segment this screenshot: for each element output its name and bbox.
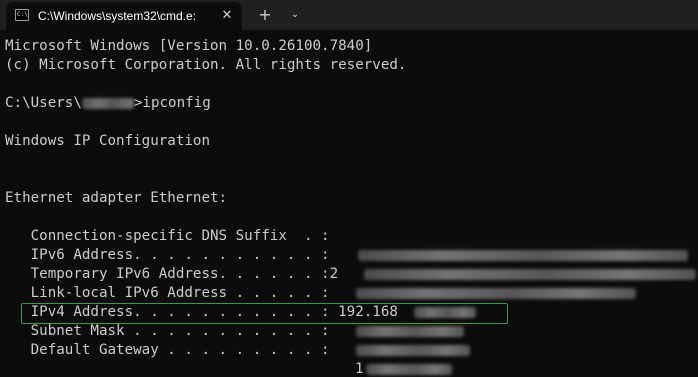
prompt-command: >ipconfig — [133, 95, 211, 111]
cmd-icon: C:\ — [15, 9, 29, 21]
row-label: Connection-specific DNS Suffix . : — [5, 228, 330, 244]
prompt-prefix: C:\Users\ — [5, 95, 82, 111]
row-default-gateway-secondary: 1 — [355, 360, 364, 377]
prompt-line: C:\Users\ >ipconfig — [5, 94, 211, 113]
cmd-icon-glyph: C:\ — [17, 11, 28, 18]
redacted-temp-ipv6-address — [364, 269, 696, 280]
redacted-subnet-mask — [356, 326, 464, 337]
row-temp-ipv6-address: Temporary IPv6 Address. . . . . . :2 — [5, 265, 339, 284]
ip-config-header: Windows IP Configuration — [5, 133, 210, 149]
tab-dropdown-chevron-icon[interactable]: ⌄ — [284, 5, 306, 25]
redacted-username — [81, 97, 134, 109]
row-ipv6-address: IPv6 Address. . . . . . . . . . . : — [5, 246, 330, 265]
row-link-local-ipv6: Link-local IPv6 Address . . . . . : — [5, 284, 330, 303]
row-label: Temporary IPv6 Address. . . . . . : — [5, 266, 330, 282]
adapter-header: Ethernet adapter Ethernet: — [5, 190, 228, 206]
title-bar[interactable]: C:\ C:\Windows\system32\cmd.e: ✕ + ⌄ — [0, 0, 698, 30]
row-label: Subnet Mask . . . . . . . . . . . : — [5, 323, 330, 339]
row-label: Link-local IPv6 Address . . . . . : — [5, 285, 330, 301]
new-tab-button[interactable]: + — [254, 5, 276, 25]
row-label: Default Gateway . . . . . . . . . : — [5, 342, 330, 358]
tab-title: C:\Windows\system32\cmd.e: — [38, 9, 197, 23]
terminal-window: C:\ C:\Windows\system32\cmd.e: ✕ + ⌄ Mic… — [0, 0, 698, 377]
row-label: IPv6 Address. . . . . . . . . . . : — [5, 247, 330, 263]
ipv4-highlight-box — [21, 303, 508, 324]
redacted-link-local-ipv6 — [356, 288, 636, 299]
close-tab-icon[interactable]: ✕ — [218, 7, 236, 25]
row-default-gateway: Default Gateway . . . . . . . . . : — [5, 341, 330, 360]
redacted-default-gateway-ipv4 — [366, 364, 452, 375]
row-dns-suffix: Connection-specific DNS Suffix . : — [5, 227, 330, 246]
banner-copyright-line: (c) Microsoft Corporation. All rights re… — [5, 57, 407, 73]
banner-version-line: Microsoft Windows [Version 10.0.26100.78… — [5, 38, 373, 54]
row-value: 2 — [329, 266, 339, 282]
row-value: 1 — [355, 361, 364, 377]
redacted-default-gateway — [356, 345, 470, 356]
tab-cmd[interactable]: C:\ C:\Windows\system32\cmd.e: ✕ — [6, 2, 242, 30]
console-output[interactable]: Microsoft Windows [Version 10.0.26100.78… — [0, 30, 698, 377]
redacted-ipv6-address — [358, 250, 688, 261]
row-subnet-mask: Subnet Mask . . . . . . . . . . . : — [5, 322, 330, 341]
